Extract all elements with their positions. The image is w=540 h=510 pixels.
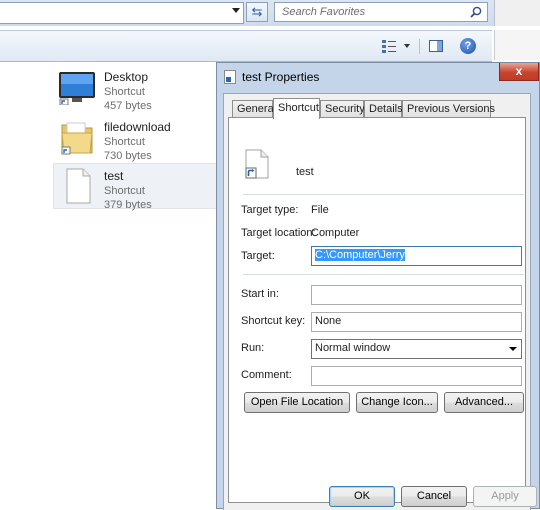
file-size: 457 bytes [104,100,152,112]
target-location-value: Computer [311,227,360,239]
target-type-label: Target type: [241,204,299,216]
run-value: Normal window [315,342,391,354]
run-select[interactable]: Normal window [311,339,522,359]
search-placeholder: Search Favorites [282,6,366,18]
divider [243,274,524,275]
close-icon: x [515,64,523,78]
shortcut-icon [224,70,236,84]
change-icon-button[interactable]: Change Icon... [356,392,438,413]
file-type: Shortcut [104,185,145,197]
file-icon [66,168,91,204]
start-in-field[interactable] [311,285,522,305]
shortcut-file-icon [245,149,269,179]
command-bar: ? [0,30,492,62]
list-item[interactable]: test Shortcut 379 bytes [53,163,233,211]
address-dropdown-icon[interactable] [232,8,240,13]
cancel-button[interactable]: Cancel [401,486,467,507]
file-name: filedownload [104,120,171,134]
dialog-titlebar[interactable]: test Properties x [217,63,539,93]
shortcut-key-field[interactable]: None [311,312,522,332]
folder-icon [61,122,93,155]
refresh-button[interactable]: ⇆ [246,2,268,22]
dialog-client-area: General Shortcut Security Details Previo… [223,93,531,510]
ok-button[interactable]: OK [329,486,395,507]
refresh-icon: ⇆ [251,4,263,19]
target-value: C:\Computer\Jerry [315,249,405,261]
window-edge-lower [494,30,540,60]
help-icon[interactable]: ? [460,38,476,54]
dialog-title: test Properties [242,70,320,84]
start-in-label: Start in: [241,288,279,300]
comment-label: Comment: [241,369,292,381]
search-input[interactable]: Search Favorites [274,2,488,22]
tab-details[interactable]: Details [364,100,403,117]
desktop-icon [59,72,95,105]
file-type: Shortcut [104,86,145,98]
file-name: Desktop [104,70,149,84]
window-edge [494,0,540,26]
target-location-label: Target location: [241,227,316,239]
file-size: 379 bytes [104,199,152,211]
target-field[interactable]: C:\Computer\Jerry [311,246,522,266]
shortcut-name: test [296,166,314,178]
list-item[interactable]: Desktop Shortcut 457 bytes [54,65,234,112]
shortcut-tab-panel: test Target type: File Target location: … [228,117,526,503]
advanced-button[interactable]: Advanced... [444,392,524,413]
divider [243,194,524,195]
views-dropdown-icon[interactable] [404,44,410,48]
shortcut-key-value: None [315,315,342,327]
address-bar[interactable] [0,2,244,24]
tab-security[interactable]: Security [320,100,365,117]
explorer-address-bar-area: ⇆ Search Favorites [0,0,540,26]
target-label: Target: [241,250,275,262]
comment-field[interactable] [311,366,522,386]
target-type-value: File [311,204,329,216]
properties-dialog: test Properties x General Shortcut Secur… [216,62,540,510]
file-type: Shortcut [104,136,145,148]
tab-shortcut[interactable]: Shortcut [273,98,320,119]
chevron-down-icon [509,347,517,351]
change-view-icon[interactable] [381,38,397,54]
search-icon[interactable] [470,6,482,18]
shortcut-key-label: Shortcut key: [241,315,306,327]
apply-button[interactable]: Apply [473,486,537,507]
tab-general[interactable]: General [232,100,276,117]
open-file-location-button[interactable]: Open File Location [244,392,350,413]
preview-pane-icon[interactable] [428,38,444,54]
list-item[interactable]: filedownload Shortcut 730 bytes [54,115,234,162]
run-label: Run: [241,342,265,354]
file-size: 730 bytes [104,150,152,162]
close-button[interactable]: x [499,63,539,81]
tab-previous-versions[interactable]: Previous Versions [402,100,495,117]
toolbar-separator [419,39,420,54]
file-name: test [104,169,124,183]
